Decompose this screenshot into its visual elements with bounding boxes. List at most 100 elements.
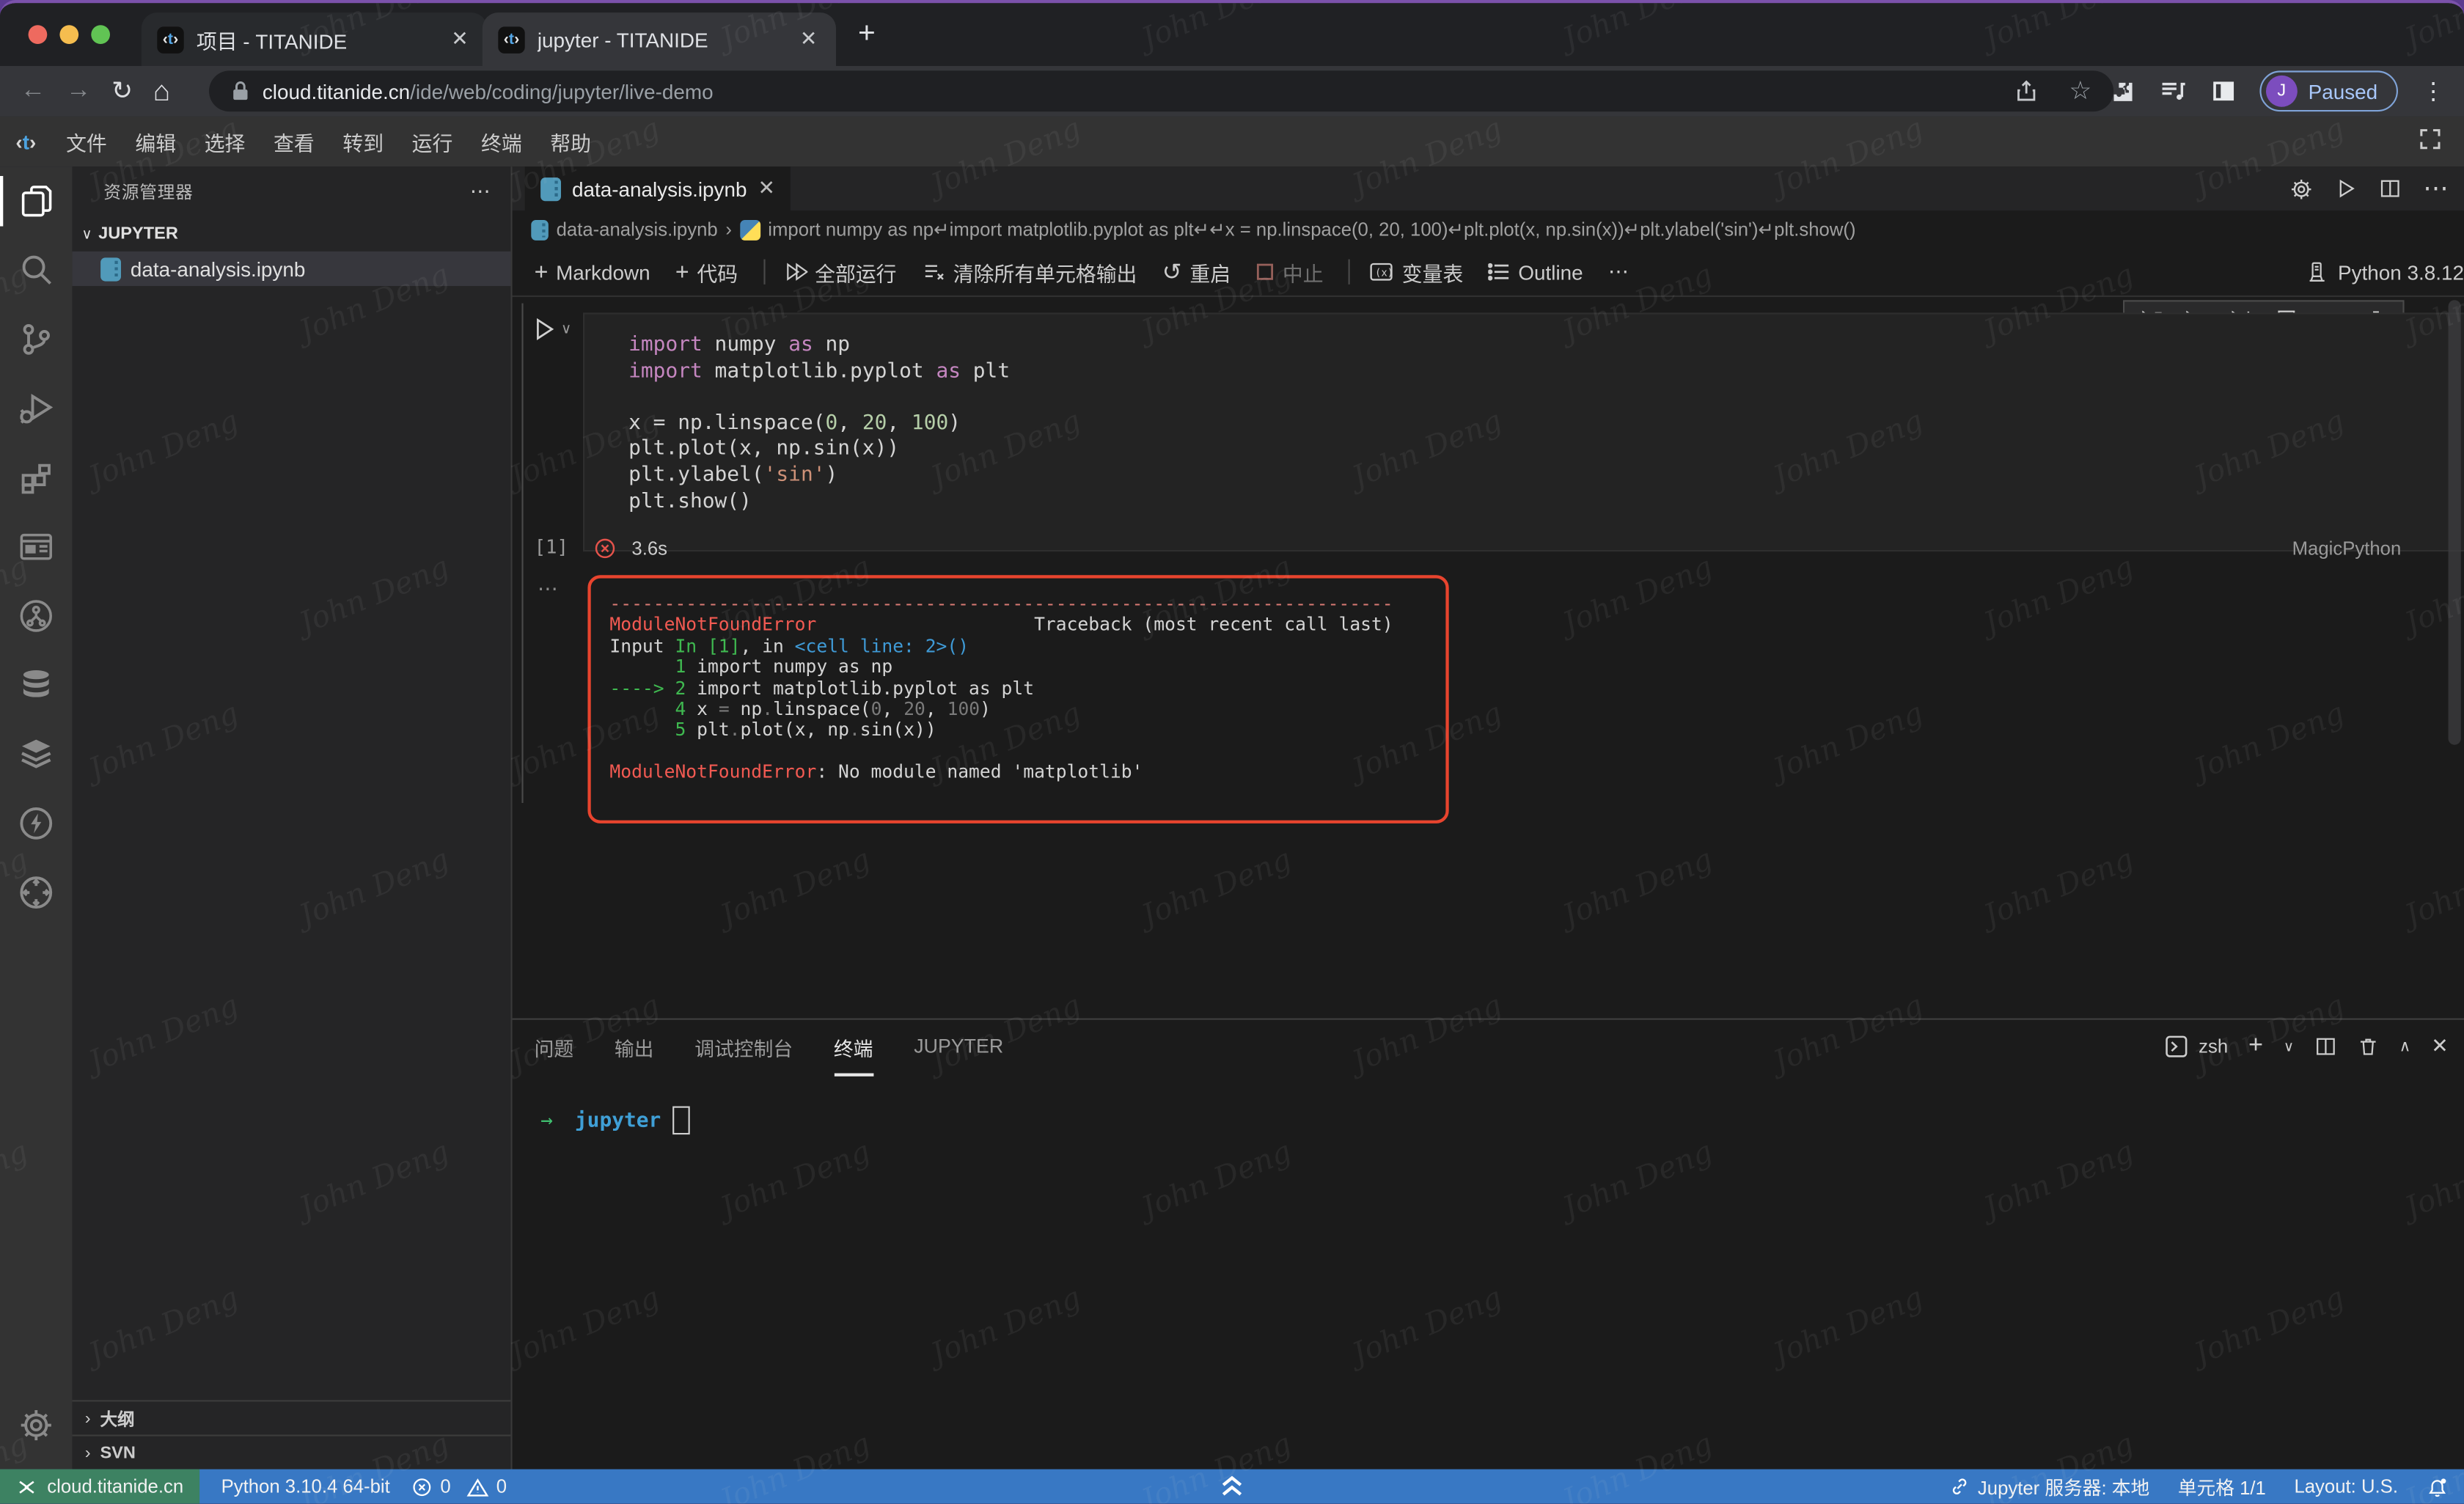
sidebar-section-svn[interactable]: › SVN	[73, 1434, 511, 1469]
window-close-button[interactable]	[29, 25, 48, 44]
layers-stack-icon[interactable]	[0, 719, 73, 788]
sidebar-toggle-icon[interactable]	[2211, 78, 2236, 103]
python-interpreter[interactable]: Python 3.10.4 64-bit	[221, 1475, 390, 1497]
run-all-button[interactable]: 全部运行	[783, 257, 896, 287]
remote-targets-icon[interactable]	[0, 858, 73, 927]
url-path: /ide/web/coding/jupyter/live-demo	[410, 79, 713, 103]
split-terminal-icon[interactable]	[2314, 1035, 2336, 1057]
close-panel-icon[interactable]: ✕	[2431, 1034, 2448, 1059]
terminal-shell-picker[interactable]: zsh	[2164, 1034, 2228, 1059]
interrupt-button[interactable]: 中止	[1255, 257, 1323, 287]
explorer-more-icon[interactable]: ⋯	[470, 179, 492, 204]
kernel-picker[interactable]: Python 3.8.12	[2305, 249, 2464, 296]
run-all-icon	[783, 261, 807, 283]
breadcrumb-symbol[interactable]: import numpy as np↵import matplotlib.pyp…	[768, 219, 1855, 241]
forward-icon[interactable]: →	[66, 77, 91, 106]
panel-tab-terminal[interactable]: 终端	[834, 1032, 873, 1062]
sidebar-section-outline[interactable]: › 大纲	[73, 1400, 511, 1434]
output-collapse-icon[interactable]: ⋯	[538, 576, 560, 601]
reload-icon[interactable]: ↻	[111, 76, 133, 107]
explorer-icon[interactable]	[0, 166, 73, 235]
window-zoom-button[interactable]	[91, 25, 110, 44]
menu-terminal[interactable]: 终端	[467, 126, 536, 156]
search-icon[interactable]	[0, 235, 73, 304]
extensions-icon[interactable]	[0, 443, 73, 512]
file-item-notebook[interactable]: data-analysis.ipynb	[73, 252, 511, 286]
panel-tab-jupyter[interactable]: JUPYTER	[914, 1035, 1003, 1057]
jupyter-server-status[interactable]: Jupyter 服务器: 本地	[1948, 1473, 2149, 1500]
new-terminal-icon[interactable]: +	[2248, 1032, 2263, 1061]
menu-run[interactable]: 运行	[397, 126, 466, 156]
breadcrumb-file[interactable]: data-analysis.ipynb	[557, 219, 718, 241]
kill-terminal-icon[interactable]	[2357, 1035, 2379, 1057]
menu-edit[interactable]: 编辑	[121, 126, 190, 156]
source-control-icon[interactable]	[0, 305, 73, 374]
live-preview-icon[interactable]	[0, 513, 73, 582]
fullscreen-icon[interactable]	[2419, 128, 2442, 151]
panel-tab-debug-console[interactable]: 调试控制台	[694, 1032, 793, 1062]
explorer-title: 资源管理器	[103, 179, 193, 204]
restart-button[interactable]: ↺ 重启	[1162, 257, 1231, 287]
cell-position-status[interactable]: 单元格 1/1	[2178, 1473, 2266, 1500]
menu-view[interactable]: 查看	[260, 126, 329, 156]
variables-button[interactable]: (x) 变量表	[1369, 257, 1464, 287]
panel-tab-problems[interactable]: 问题	[535, 1032, 574, 1062]
close-editor-icon[interactable]: ✕	[758, 176, 774, 201]
menu-file[interactable]: 文件	[52, 126, 121, 156]
browser-menu-kebab-icon[interactable]: ⋮	[2421, 77, 2445, 106]
panel-expand-chevrons-icon[interactable]	[1218, 1472, 1247, 1504]
address-bar[interactable]: cloud.titanide.cn/ide/web/coding/jupyter…	[209, 70, 2113, 111]
home-icon[interactable]: ⌂	[153, 75, 170, 108]
toolbar-more-icon[interactable]: ⋯	[1608, 260, 1630, 285]
cell-language[interactable]: MagicPython	[2292, 538, 2402, 560]
problems-status[interactable]: 0 0	[412, 1475, 507, 1497]
keyboard-layout-status[interactable]: Layout: U.S.	[2294, 1475, 2398, 1497]
split-editor-icon[interactable]	[2379, 177, 2401, 199]
git-graph-circle-icon[interactable]	[0, 582, 73, 650]
traceback-line: ModuleNotFoundError: No module named 'ma…	[609, 763, 1445, 784]
back-icon[interactable]: ←	[21, 77, 45, 106]
clear-outputs-button[interactable]: 清除所有单元格输出	[922, 257, 1137, 287]
run-cell-button[interactable]: ∨	[531, 316, 571, 342]
editor-more-icon[interactable]: ⋯	[2423, 173, 2448, 205]
run-debug-icon[interactable]	[0, 374, 73, 443]
database-icon[interactable]	[0, 650, 73, 719]
close-tab-icon[interactable]: ✕	[797, 26, 821, 51]
browser-tab-project[interactable]: ‹t› 项目 - TITANIDE ✕	[142, 12, 487, 66]
maximize-panel-chevron-icon[interactable]: ∧	[2399, 1038, 2411, 1055]
add-code-button[interactable]: + 代码	[675, 257, 738, 287]
code-cell-editor[interactable]: import numpy as np import matplotlib.pyp…	[583, 312, 2464, 551]
code-line: plt.show()	[628, 490, 2464, 516]
notebook-settings-gear-icon[interactable]	[2289, 177, 2313, 200]
editor-tab-notebook[interactable]: data-analysis.ipynb ✕	[525, 166, 791, 210]
remote-indicator[interactable]: cloud.titanide.cn	[0, 1470, 199, 1504]
outline-button[interactable]: Outline	[1489, 260, 1583, 284]
run-all-icon[interactable]	[2335, 177, 2357, 199]
prompt-arrow: →	[540, 1109, 553, 1132]
thunder-client-icon[interactable]	[0, 789, 73, 858]
bookmark-star-icon[interactable]: ☆	[2069, 76, 2091, 107]
browser-tab-jupyter[interactable]: ‹t› jupyter - TITANIDE ✕	[483, 12, 836, 66]
link-icon	[1948, 1475, 1970, 1497]
extensions-puzzle-icon[interactable]	[2109, 78, 2135, 104]
run-options-chevron-icon[interactable]: ∨	[561, 320, 571, 338]
terminal-dropdown-chevron-icon[interactable]: ∨	[2284, 1038, 2294, 1055]
new-tab-button[interactable]: +	[858, 18, 876, 52]
media-playlist-icon[interactable]	[2159, 78, 2188, 103]
menu-goto[interactable]: 转到	[329, 126, 397, 156]
activity-bar	[0, 166, 73, 1469]
breadcrumb[interactable]: data-analysis.ipynb › import numpy as np…	[513, 210, 2464, 248]
close-tab-icon[interactable]: ✕	[448, 26, 472, 51]
profile-button[interactable]: J Paused	[2259, 70, 2398, 111]
menu-help[interactable]: 帮助	[536, 126, 605, 156]
window-minimize-button[interactable]	[59, 25, 78, 44]
panel-tab-output[interactable]: 输出	[615, 1032, 654, 1062]
editor-scrollbar[interactable]	[2449, 300, 2461, 744]
terminal-prompt[interactable]: → jupyter	[540, 1107, 689, 1135]
notifications-bell-icon[interactable]	[2427, 1475, 2449, 1498]
menu-selection[interactable]: 选择	[190, 126, 259, 156]
settings-gear-icon[interactable]	[0, 1394, 73, 1457]
sidebar-section-jupyter[interactable]: ∨ JUPYTER	[73, 217, 511, 252]
add-markdown-button[interactable]: + Markdown	[535, 258, 650, 285]
share-icon[interactable]	[2014, 78, 2037, 103]
